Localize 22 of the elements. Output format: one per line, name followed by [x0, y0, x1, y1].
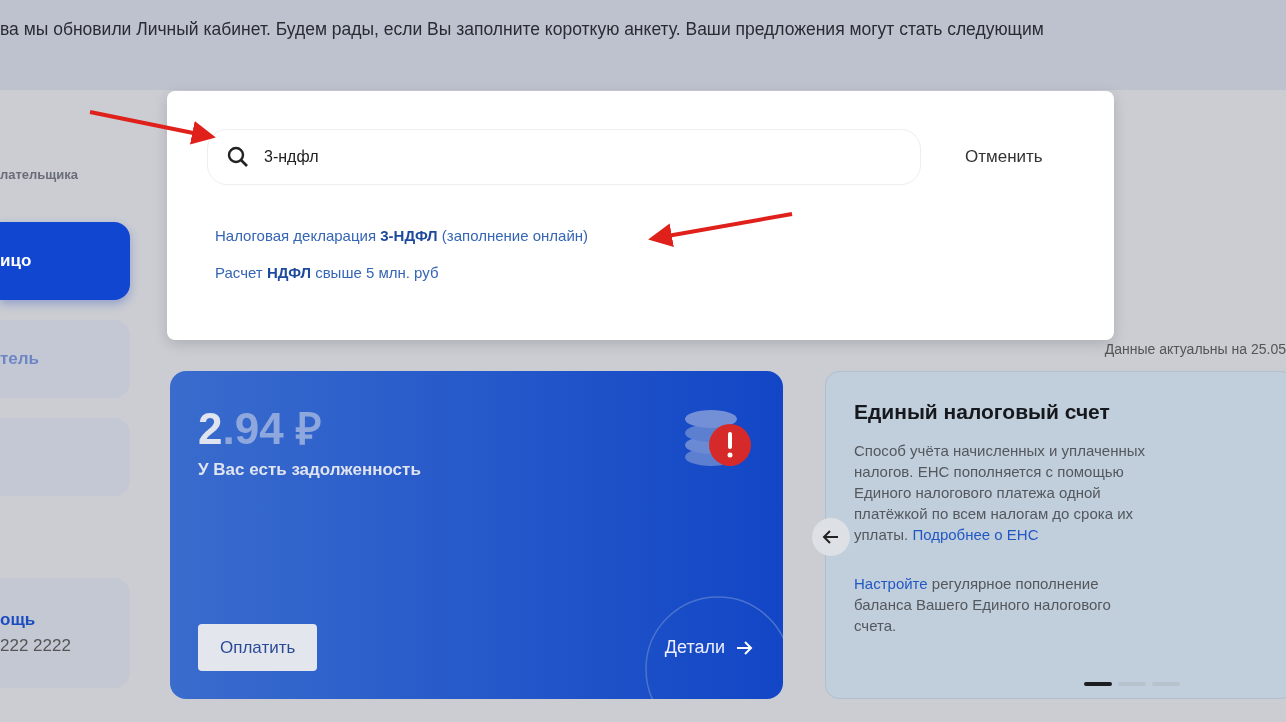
debt-caption: У Вас есть задолженность	[198, 459, 421, 480]
setup-link[interactable]: Настройте	[854, 575, 928, 592]
sidebar-item[interactable]: ицо	[0, 222, 130, 300]
arrow-right-icon	[735, 639, 753, 656]
data-date: Данные актуальны на 25.05	[1104, 341, 1286, 359]
ens-more-link[interactable]: Подробнее о ЕНС	[912, 526, 1039, 543]
ens-description: Способ учёта начисленных и уплаченных налогов. ЕНС пополняется с помощью Единого налогового платежа одной платёжкой по всем налогам до срока их уплаты. Подробнее о ЕНС	[854, 441, 1146, 545]
help-title[interactable]: ощь	[0, 610, 130, 630]
phone-number: 222 2222	[0, 636, 72, 656]
search-result-link[interactable]: Расчет НДФЛ свыше 5 млн. руб	[215, 264, 439, 281]
ens-title: Единый налоговый счет	[854, 400, 1111, 424]
debt-amount: 2.94 ₽	[198, 403, 323, 455]
sidebar-caption: лательщика	[0, 167, 80, 184]
search-result-link[interactable]: Налоговая декларация 3-НДФЛ (заполнение онлайн)	[215, 227, 589, 244]
details-link[interactable]: Детали	[664, 637, 753, 658]
arrow-left-icon	[822, 529, 840, 545]
ens-setup-text: Настройте регулярное пополнение баланса Вашего Единого налогового счета.	[854, 574, 1112, 636]
pay-button[interactable]: Оплатить	[198, 624, 318, 671]
notice-text: ва мы обновили Личный кабинет. Будем рады, если Вы заполните короткую анкету. Ваши предложения могут стать следующим	[0, 19, 1044, 40]
cancel-button[interactable]: Отменить	[965, 147, 1043, 167]
previous-button[interactable]	[812, 518, 850, 556]
search-field[interactable]: 3-ндфл	[207, 129, 921, 185]
